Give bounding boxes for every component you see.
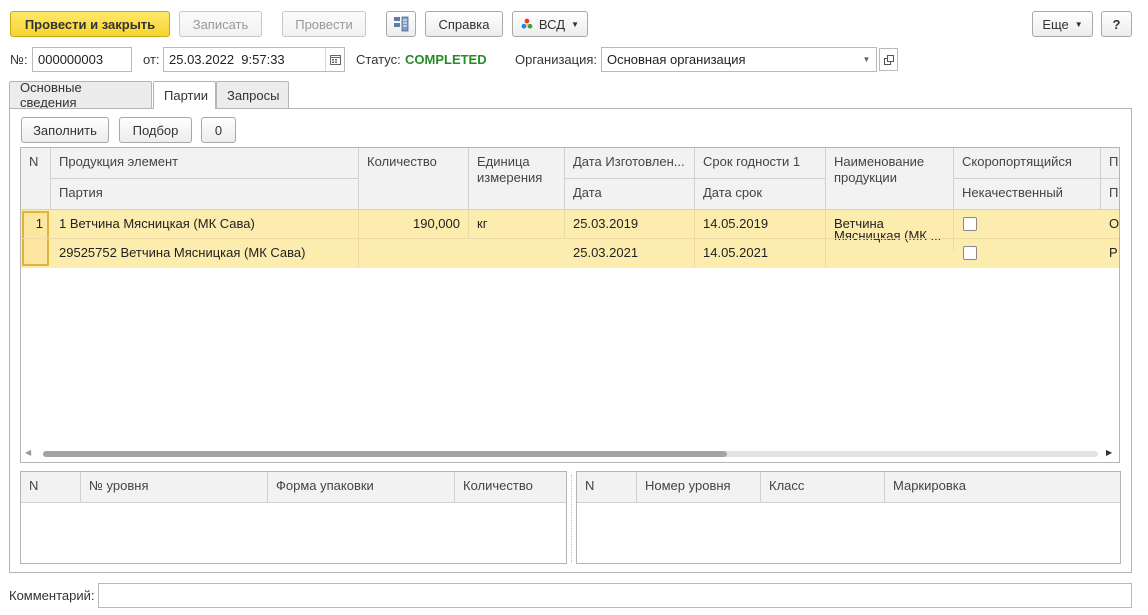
comment-label: Комментарий:: [9, 588, 95, 603]
cell-date-term[interactable]: 14.05.2021: [695, 239, 826, 267]
tab-requests[interactable]: Запросы: [216, 81, 289, 108]
marks-table[interactable]: N Номер уровня Класс Маркировка: [576, 471, 1121, 564]
header-shelf-life[interactable]: Срок годности 1: [695, 148, 826, 179]
levels-header-level[interactable]: № уровня: [81, 472, 268, 503]
header-date-term[interactable]: Дата срок: [695, 179, 826, 210]
header-production-date[interactable]: Дата Изготовлен...: [565, 148, 695, 179]
organization-dropdown-button[interactable]: ▼: [857, 48, 876, 71]
header-product-element[interactable]: Продукция элемент: [51, 148, 359, 179]
cell-extra-1[interactable]: О: [1101, 210, 1119, 238]
header-unit[interactable]: Единица измерения: [469, 148, 565, 210]
more-button[interactable]: Еще ▼: [1032, 11, 1093, 37]
levels-header-quantity[interactable]: Количество: [455, 472, 566, 503]
select-button[interactable]: Подбор: [119, 117, 192, 143]
question-label: ?: [1112, 16, 1121, 32]
cell-unit[interactable]: кг: [469, 210, 565, 238]
post-button[interactable]: Провести: [282, 11, 366, 37]
structure-button[interactable]: [386, 11, 416, 37]
cell-product-element[interactable]: 1 Ветчина Мясницкая (МК Сава): [51, 210, 359, 238]
dropdown-arrow-icon: ▼: [571, 19, 579, 29]
tab-main-info-label: Основные сведения: [20, 80, 82, 110]
help-question-button[interactable]: ?: [1101, 11, 1132, 37]
post-and-close-button[interactable]: Провести и закрыть: [10, 11, 170, 37]
status-value: COMPLETED: [405, 52, 487, 67]
save-label: Записать: [192, 16, 249, 32]
date-field[interactable]: 25.03.2022 9:57:33: [163, 47, 345, 72]
batches-table[interactable]: N Продукция элемент Партия Количество Ед…: [20, 147, 1120, 463]
organization-value: Основная организация: [607, 52, 746, 67]
header-defective[interactable]: Некачественный: [954, 179, 1101, 210]
fill-label: Заполнить: [33, 122, 97, 138]
marks-header-level-number[interactable]: Номер уровня: [637, 472, 761, 503]
vsd-logo-icon: [521, 18, 533, 29]
levels-header-pack-form[interactable]: Форма упаковки: [268, 472, 455, 503]
cell-date[interactable]: 25.03.2021: [565, 239, 695, 267]
tab-requests-label: Запросы: [227, 87, 280, 103]
levels-table[interactable]: N № уровня Форма упаковки Количество: [20, 471, 567, 564]
save-button[interactable]: Записать: [179, 11, 262, 37]
tab-main-info[interactable]: Основные сведения: [9, 80, 152, 110]
organization-open-button[interactable]: [879, 48, 898, 71]
organization-field[interactable]: Основная организация: [601, 47, 877, 72]
header-batch[interactable]: Партия: [51, 179, 359, 210]
open-icon: [883, 54, 894, 65]
cell-shelf-life[interactable]: 14.05.2019: [695, 210, 826, 238]
panel-splitter[interactable]: [571, 475, 572, 563]
header-product-name[interactable]: Наименование продукции: [826, 148, 954, 210]
header-extra-1[interactable]: Пр: [1101, 148, 1119, 179]
levels-header-n[interactable]: N: [21, 472, 81, 503]
help-label: Справка: [438, 16, 490, 32]
header-n[interactable]: N: [21, 148, 51, 210]
status-label: Статус:: [356, 52, 401, 67]
calendar-icon: [329, 55, 341, 65]
dropdown-arrow-icon: ▼: [1074, 19, 1083, 29]
cell-production-date[interactable]: 25.03.2019: [565, 210, 695, 238]
structure-icon: [394, 16, 409, 32]
more-label: Еще: [1042, 16, 1069, 32]
horizontal-scrollbar-thumb[interactable]: [43, 451, 727, 457]
post-and-close-label: Провести и закрыть: [24, 16, 156, 32]
comment-input[interactable]: [98, 583, 1132, 608]
cell-quantity[interactable]: 190,000: [359, 210, 469, 238]
date-label: от:: [143, 52, 160, 67]
header-quantity[interactable]: Количество: [359, 148, 469, 210]
vsd-menu-button[interactable]: ВСД ▼: [512, 11, 588, 37]
number-label: №:: [10, 52, 28, 67]
marks-header-class[interactable]: Класс: [761, 472, 885, 503]
organization-label: Организация:: [515, 52, 598, 67]
count-button[interactable]: 0: [201, 117, 236, 143]
cell-extra-2[interactable]: Р: [1101, 239, 1119, 267]
marks-header-n[interactable]: N: [577, 472, 637, 503]
post-label: Провести: [295, 16, 353, 32]
calendar-button[interactable]: [325, 48, 344, 71]
cell-n: 1: [35, 216, 43, 231]
scroll-left-icon[interactable]: ◀: [25, 448, 35, 458]
header-extra-2[interactable]: Пр: [1101, 179, 1119, 210]
marks-header-marking[interactable]: Маркировка: [885, 472, 1120, 503]
dropdown-arrow-icon: ▼: [862, 55, 871, 64]
cell-batch[interactable]: 29525752 Ветчина Мясницкая (МК Сава): [51, 239, 359, 267]
header-perishable[interactable]: Скоропортящийся: [954, 148, 1101, 179]
row-divider: [21, 238, 1119, 239]
defective-checkbox[interactable]: [963, 246, 977, 260]
help-button[interactable]: Справка: [425, 11, 503, 37]
select-label: Подбор: [132, 122, 179, 138]
scroll-right-icon[interactable]: ▶: [1106, 448, 1116, 458]
vsd-label: ВСД: [538, 16, 566, 32]
number-field[interactable]: 000000003: [32, 47, 132, 72]
count-label: 0: [214, 122, 223, 138]
date-value: 25.03.2022 9:57:33: [169, 52, 285, 67]
tab-batches[interactable]: Партии: [153, 81, 216, 109]
perishable-checkbox[interactable]: [963, 217, 977, 231]
number-value: 000000003: [38, 52, 104, 67]
tab-batches-label: Партии: [164, 88, 208, 103]
header-date[interactable]: Дата: [565, 179, 695, 210]
fill-button[interactable]: Заполнить: [21, 117, 109, 143]
